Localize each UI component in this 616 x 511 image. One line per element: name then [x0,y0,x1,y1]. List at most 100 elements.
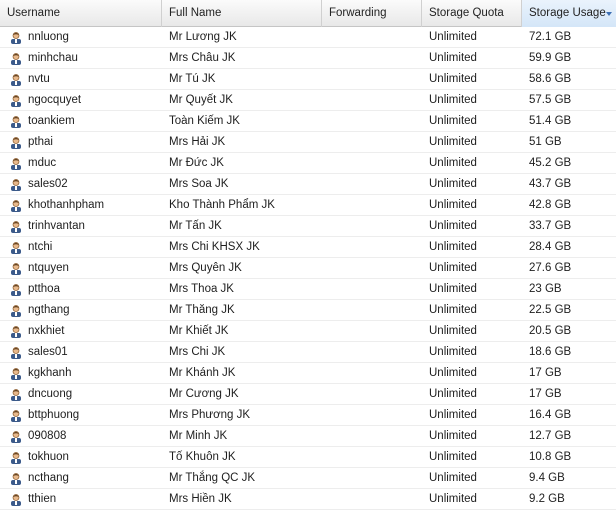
full-name-cell: Mrs Hiền JK [169,493,232,505]
forwarding-cell [322,174,422,194]
table-row[interactable]: ptthoa Mrs Thoa JK Unlimited 23 GB [0,279,616,300]
storage-usage-cell: 43.7 GB [529,178,572,190]
storage-quota-cell: Unlimited [429,409,477,421]
storage-quota-cell: Unlimited [429,31,477,43]
user-icon [10,199,22,212]
table-row[interactable]: nxkhiet Mr Khiết JK Unlimited 20.5 GB [0,321,616,342]
forwarding-cell [322,447,422,467]
username-cell: nvtu [0,69,162,89]
user-icon [10,220,22,233]
username-text: ptthoa [28,283,60,295]
storage-usage-cell: 17 GB [529,367,562,379]
storage-usage-cell: 58.6 GB [529,73,572,85]
table-row[interactable]: sales02 Mrs Soa JK Unlimited 43.7 GB [0,174,616,195]
column-header-label: Storage Usage [529,7,606,19]
username-text: 090808 [28,430,67,442]
storage-usage-cell: 57.5 GB [529,94,572,106]
user-icon [10,283,22,296]
username-cell: minhchau [0,48,162,68]
table-row[interactable]: ngthang Mr Thăng JK Unlimited 22.5 GB [0,300,616,321]
sort-descending-icon[interactable] [606,12,612,16]
forwarding-cell [322,468,422,488]
username-cell: ncthang [0,468,162,488]
table-row[interactable]: kgkhanh Mr Khánh JK Unlimited 17 GB [0,363,616,384]
user-icon [10,493,22,506]
username-cell: nnluong [0,27,162,47]
storage-quota-cell: Unlimited [429,241,477,253]
table-row[interactable]: trinhvantan Mr Tấn JK Unlimited 33.7 GB [0,216,616,237]
username-cell: tokhuon [0,447,162,467]
table-row[interactable]: pthai Mrs Hải JK Unlimited 51 GB [0,132,616,153]
storage-usage-cell: 22.5 GB [529,304,572,316]
storage-quota-cell: Unlimited [429,283,477,295]
table-row[interactable]: ntchi Mrs Chi KHSX JK Unlimited 28.4 GB [0,237,616,258]
username-text: ntquyen [28,262,69,274]
forwarding-cell [322,384,422,404]
user-icon [10,409,22,422]
username-text: dncuong [28,388,73,400]
grid-body: nnluong Mr Lương JK Unlimited 72.1 GB minhch… [0,27,616,510]
forwarding-cell [322,153,422,173]
column-header-storage-usage[interactable]: Storage Usage [522,0,616,27]
user-icon [10,346,22,359]
forwarding-cell [322,258,422,278]
username-cell: trinhvantan [0,216,162,236]
table-row[interactable]: ngocquyet Mr Quyết JK Unlimited 57.5 GB [0,90,616,111]
username-cell: ngocquyet [0,90,162,110]
storage-usage-cell: 27.6 GB [529,262,572,274]
table-row[interactable]: ntquyen Mrs Quyên JK Unlimited 27.6 GB [0,258,616,279]
forwarding-cell [322,90,422,110]
storage-quota-cell: Unlimited [429,367,477,379]
table-row[interactable]: nnluong Mr Lương JK Unlimited 72.1 GB [0,27,616,48]
username-cell: kgkhanh [0,363,162,383]
column-header-label: Full Name [169,7,222,19]
column-header-username[interactable]: Username [0,0,162,27]
table-row[interactable]: tokhuon Tố Khuôn JK Unlimited 10.8 GB [0,447,616,468]
username-text: minhchau [28,52,78,64]
table-row[interactable]: bttphuong Mrs Phương JK Unlimited 16.4 GB [0,405,616,426]
storage-quota-cell: Unlimited [429,94,477,106]
forwarding-cell [322,111,422,131]
table-row[interactable]: nvtu Mr Tú JK Unlimited 58.6 GB [0,69,616,90]
table-row[interactable]: 090808 Mr Minh JK Unlimited 12.7 GB [0,426,616,447]
storage-usage-cell: 28.4 GB [529,241,572,253]
username-text: nxkhiet [28,325,65,337]
full-name-cell: Mr Thắng QC JK [169,472,256,484]
forwarding-cell [322,27,422,47]
full-name-cell: Kho Thành Phẩm JK [169,199,275,211]
forwarding-cell [322,489,422,509]
table-row[interactable]: dncuong Mr Cương JK Unlimited 17 GB [0,384,616,405]
column-header-label: Forwarding [329,7,387,19]
storage-usage-cell: 33.7 GB [529,220,572,232]
table-row[interactable]: ncthang Mr Thắng QC JK Unlimited 9.4 GB [0,468,616,489]
storage-usage-cell: 72.1 GB [529,31,572,43]
full-name-cell: Mrs Hải JK [169,136,226,148]
full-name-cell: Mr Khiết JK [169,325,229,337]
full-name-cell: Mrs Soa JK [169,178,229,190]
storage-usage-cell: 51 GB [529,136,562,148]
table-row[interactable]: toankiem Toàn Kiếm JK Unlimited 51.4 GB [0,111,616,132]
username-cell: toankiem [0,111,162,131]
storage-quota-cell: Unlimited [429,304,477,316]
forwarding-cell [322,237,422,257]
table-row[interactable]: minhchau Mrs Châu JK Unlimited 59.9 GB [0,48,616,69]
storage-quota-cell: Unlimited [429,262,477,274]
column-header-storage-quota[interactable]: Storage Quota [422,0,522,27]
column-header-forwarding[interactable]: Forwarding [322,0,422,27]
username-cell: mduc [0,153,162,173]
storage-quota-cell: Unlimited [429,178,477,190]
user-icon [10,472,22,485]
storage-quota-cell: Unlimited [429,157,477,169]
table-row[interactable]: tthien Mrs Hiền JK Unlimited 9.2 GB [0,489,616,510]
storage-usage-cell: 42.8 GB [529,199,572,211]
table-row[interactable]: sales01 Mrs Chi JK Unlimited 18.6 GB [0,342,616,363]
column-header-full-name[interactable]: Full Name [162,0,322,27]
username-text: tokhuon [28,451,69,463]
forwarding-cell [322,321,422,341]
table-row[interactable]: mduc Mr Đức JK Unlimited 45.2 GB [0,153,616,174]
user-icon [10,367,22,380]
table-row[interactable]: khothanhpham Kho Thành Phẩm JK Unlimited 42… [0,195,616,216]
forwarding-cell [322,405,422,425]
username-text: tthien [28,493,57,505]
column-header-label: Username [7,7,61,19]
